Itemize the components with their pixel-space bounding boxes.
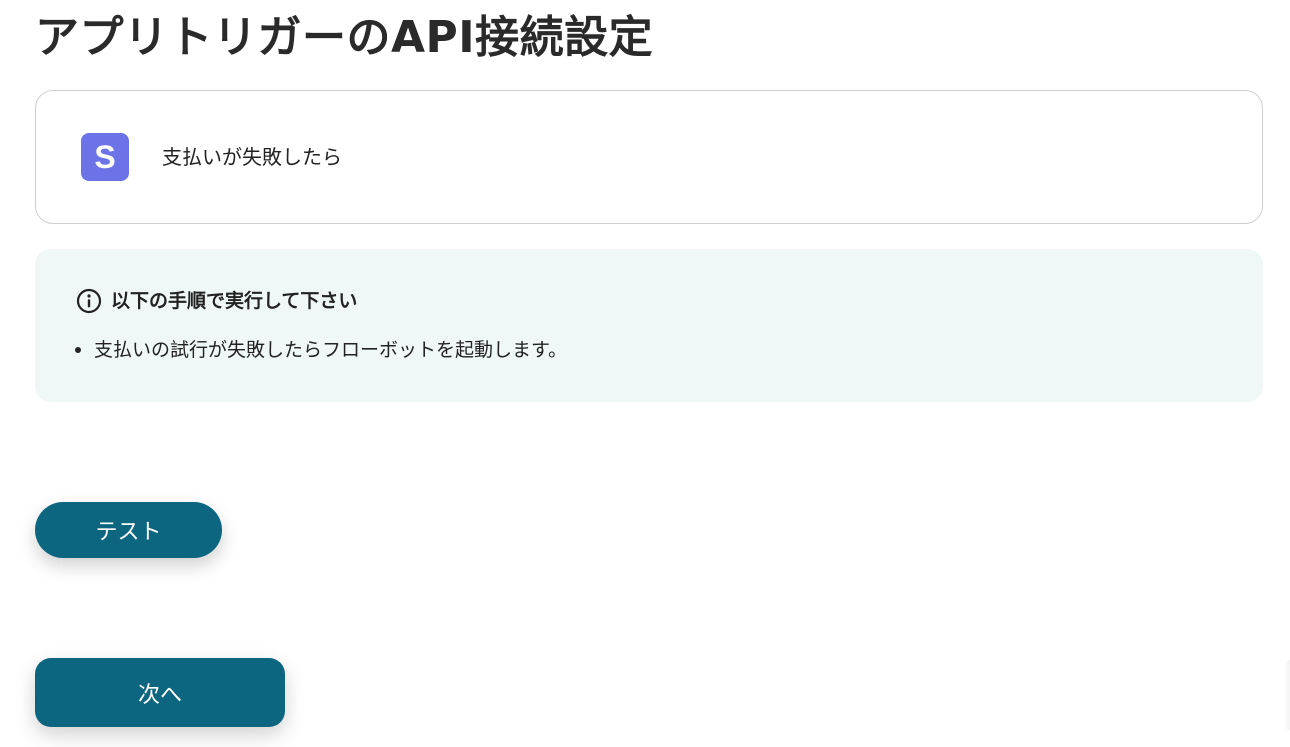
test-button[interactable]: テスト xyxy=(35,502,222,558)
edge-shadow xyxy=(1284,660,1290,730)
page-title: アプリトリガーのAPI接続設定 xyxy=(35,12,654,63)
notice-title: 以下の手順で実行して下さい xyxy=(111,290,358,312)
next-button[interactable]: 次へ xyxy=(35,658,285,727)
trigger-card[interactable]: S 支払いが失敗したら xyxy=(35,90,1263,224)
stripe-app-icon: S xyxy=(81,133,129,181)
info-icon xyxy=(75,287,103,315)
instruction-notice: 以下の手順で実行して下さい 支払いの試行が失敗したらフローボットを起動します。 xyxy=(35,249,1263,402)
trigger-label: 支払いが失敗したら xyxy=(162,145,342,169)
notice-header: 以下の手順で実行して下さい xyxy=(75,287,357,315)
notice-list: 支払いの試行が失敗したらフローボットを起動します。 xyxy=(75,336,567,364)
bullet-icon xyxy=(75,347,81,353)
list-item: 支払いの試行が失敗したらフローボットを起動します。 xyxy=(75,336,567,364)
notice-item-text: 支払いの試行が失敗したらフローボットを起動します。 xyxy=(94,339,568,361)
